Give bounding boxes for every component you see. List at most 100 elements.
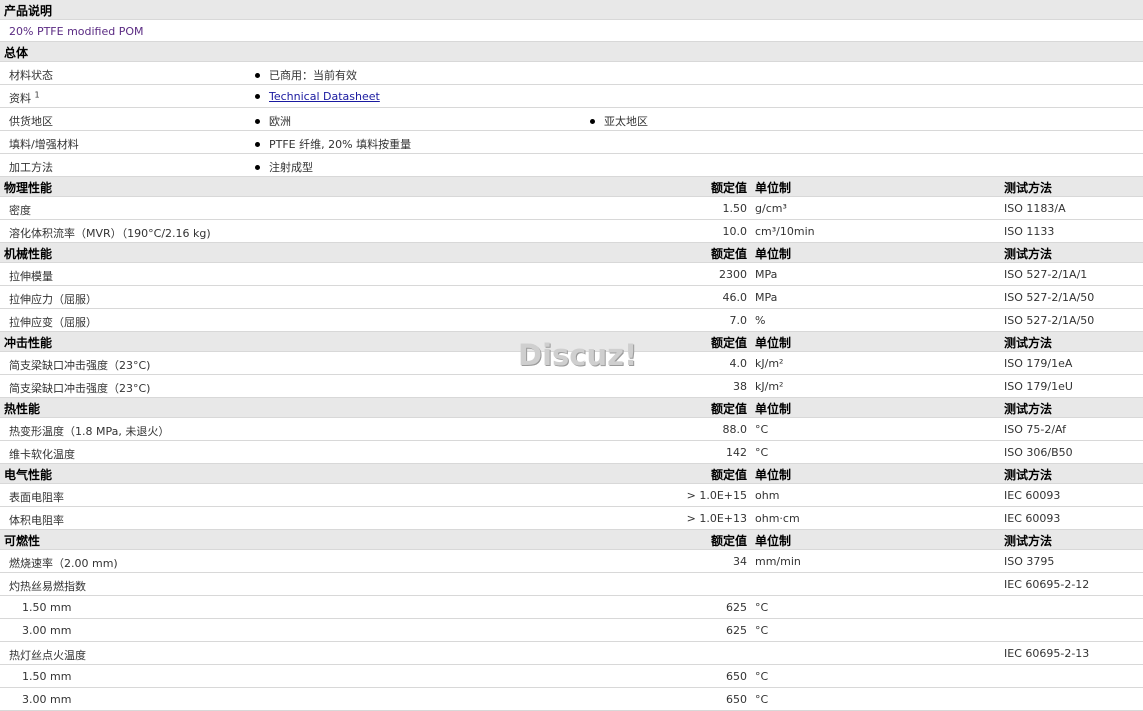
property-value: > 1.0E+13 bbox=[686, 512, 747, 525]
general-row-filler: 填料/增强材料 PTFE 纤维, 20% 填料按重量 bbox=[0, 131, 1143, 154]
product-description: 20% PTFE modified POM bbox=[9, 25, 144, 38]
property-unit: cm³/10min bbox=[755, 225, 815, 238]
test-method: ISO 1133 bbox=[1004, 225, 1055, 238]
property-row: 1.50 mm 625 °C bbox=[0, 596, 1143, 619]
property-unit: °C bbox=[755, 446, 769, 459]
test-method: ISO 1183/A bbox=[1004, 202, 1066, 215]
test-method: ISO 527-2/1A/1 bbox=[1004, 268, 1088, 281]
property-unit: kJ/m² bbox=[755, 380, 784, 393]
property-row: 密度 1.50 g/cm³ ISO 1183/A bbox=[0, 197, 1143, 220]
test-method: IEC 60695-2-13 bbox=[1004, 647, 1090, 660]
col-header-unit: 单位制 bbox=[755, 468, 792, 482]
section-header-general: 总体 bbox=[0, 42, 1143, 62]
property-row: 热变形温度（1.8 MPa, 未退火） 88.0 °C ISO 75-2/Af bbox=[0, 418, 1143, 441]
property-value: 4.0 bbox=[729, 357, 748, 370]
row-label: 加工方法 bbox=[9, 161, 53, 174]
row-label: 填料/增强材料 bbox=[9, 138, 79, 151]
row-label: 材料状态 bbox=[9, 69, 53, 82]
property-label: 3.00 mm bbox=[22, 624, 72, 637]
section-header-product: 产品说明 bbox=[0, 0, 1143, 20]
property-label: 简支梁缺口冲击强度（23°C) bbox=[9, 359, 151, 372]
property-label: 热灯丝点火温度 bbox=[9, 649, 86, 662]
test-method: IEC 60093 bbox=[1004, 489, 1061, 502]
col-header-value: 额定值 bbox=[710, 534, 747, 548]
property-unit: mm/min bbox=[755, 555, 801, 568]
property-value: 38 bbox=[733, 380, 747, 393]
section-header: 可燃性 额定值 单位制 测试方法 bbox=[0, 530, 1143, 550]
col-header-unit: 单位制 bbox=[755, 181, 792, 195]
property-value: > 1.0E+15 bbox=[686, 489, 747, 502]
col-header-value: 额定值 bbox=[710, 402, 747, 416]
region-europe: 欧洲 bbox=[255, 113, 291, 129]
property-row: 表面电阻率 > 1.0E+15 ohm IEC 60093 bbox=[0, 484, 1143, 507]
property-unit: ohm bbox=[755, 489, 780, 502]
col-header-method: 测试方法 bbox=[1004, 534, 1053, 548]
property-unit: °C bbox=[755, 693, 769, 706]
property-value: 34 bbox=[733, 555, 747, 568]
property-label: 3.00 mm bbox=[22, 693, 72, 706]
property-label: 燃烧速率（2.00 mm) bbox=[9, 557, 118, 570]
test-method: ISO 527-2/1A/50 bbox=[1004, 314, 1095, 327]
watermark: Discuz! bbox=[518, 338, 638, 372]
property-unit: ohm·cm bbox=[755, 512, 800, 525]
section-title: 可燃性 bbox=[4, 534, 41, 548]
test-method: ISO 306/B50 bbox=[1004, 446, 1073, 459]
col-header-value: 额定值 bbox=[710, 181, 747, 195]
col-header-value: 额定值 bbox=[710, 468, 747, 482]
section-title: 电气性能 bbox=[4, 468, 53, 482]
property-unit: MPa bbox=[755, 291, 778, 304]
property-unit: °C bbox=[755, 670, 769, 683]
property-unit: MPa bbox=[755, 268, 778, 281]
row-value: 已商用：当前有效 bbox=[255, 67, 357, 83]
property-row: 维卡软化温度 142 °C ISO 306/B50 bbox=[0, 441, 1143, 464]
general-row-status: 材料状态 已商用：当前有效 bbox=[0, 62, 1143, 85]
general-row-datasheet: 资料 1 Technical Datasheet bbox=[0, 85, 1143, 108]
col-header-method: 测试方法 bbox=[1004, 336, 1053, 350]
property-label: 热变形温度（1.8 MPa, 未退火） bbox=[9, 425, 170, 438]
property-label: 溶化体积流率（MVR）（190°C/2.16 kg) bbox=[9, 227, 211, 240]
test-method: ISO 179/1eA bbox=[1004, 357, 1073, 370]
technical-datasheet-link[interactable]: Technical Datasheet bbox=[269, 90, 380, 103]
property-row: 拉伸模量 2300 MPa ISO 527-2/1A/1 bbox=[0, 263, 1143, 286]
property-label: 拉伸应力（屈服） bbox=[9, 293, 97, 306]
test-method: ISO 527-2/1A/50 bbox=[1004, 291, 1095, 304]
property-value: 10.0 bbox=[722, 225, 748, 238]
col-header-unit: 单位制 bbox=[755, 534, 792, 548]
property-label: 拉伸应变（屈服） bbox=[9, 316, 97, 329]
test-method: ISO 75-2/Af bbox=[1004, 423, 1067, 436]
property-value: 650 bbox=[726, 670, 747, 683]
col-header-value: 额定值 bbox=[710, 336, 747, 350]
row-label: 资料 1 bbox=[9, 90, 40, 106]
property-row: 灼热丝易燃指数 IEC 60695-2-12 bbox=[0, 573, 1143, 596]
property-value: 7.0 bbox=[729, 314, 748, 327]
property-label: 体积电阻率 bbox=[9, 514, 64, 527]
section-title: 机械性能 bbox=[4, 247, 53, 261]
general-row-processing: 加工方法 注射成型 bbox=[0, 154, 1143, 177]
property-label: 表面电阻率 bbox=[9, 491, 64, 504]
section-title: 物理性能 bbox=[4, 181, 53, 195]
property-unit: kJ/m² bbox=[755, 357, 784, 370]
property-label: 密度 bbox=[9, 204, 31, 217]
property-row: 溶化体积流率（MVR）（190°C/2.16 kg) 10.0 cm³/10min I… bbox=[0, 220, 1143, 243]
property-row: 3.00 mm 625 °C bbox=[0, 619, 1143, 642]
property-unit: °C bbox=[755, 624, 769, 637]
col-header-unit: 单位制 bbox=[755, 402, 792, 416]
row-value: 注射成型 bbox=[255, 159, 313, 175]
test-method: IEC 60093 bbox=[1004, 512, 1061, 525]
property-label: 1.50 mm bbox=[22, 670, 72, 683]
general-row-regions: 供货地区 欧洲 亚太地区 bbox=[0, 108, 1143, 131]
region-asia-pacific: 亚太地区 bbox=[590, 113, 648, 129]
section-header: 机械性能 额定值 单位制 测试方法 bbox=[0, 243, 1143, 263]
col-header-method: 测试方法 bbox=[1004, 468, 1053, 482]
property-value: 142 bbox=[726, 446, 747, 459]
col-header-method: 测试方法 bbox=[1004, 402, 1053, 416]
row-label: 供货地区 bbox=[9, 115, 53, 128]
col-header-value: 额定值 bbox=[710, 247, 747, 261]
property-unit: % bbox=[755, 314, 766, 327]
section-title: 热性能 bbox=[4, 402, 41, 416]
test-method: IEC 60695-2-12 bbox=[1004, 578, 1090, 591]
col-header-unit: 单位制 bbox=[755, 247, 792, 261]
property-row: 体积电阻率 > 1.0E+13 ohm·cm IEC 60093 bbox=[0, 507, 1143, 530]
property-value: 88.0 bbox=[722, 423, 748, 436]
property-label: 维卡软化温度 bbox=[9, 448, 75, 461]
